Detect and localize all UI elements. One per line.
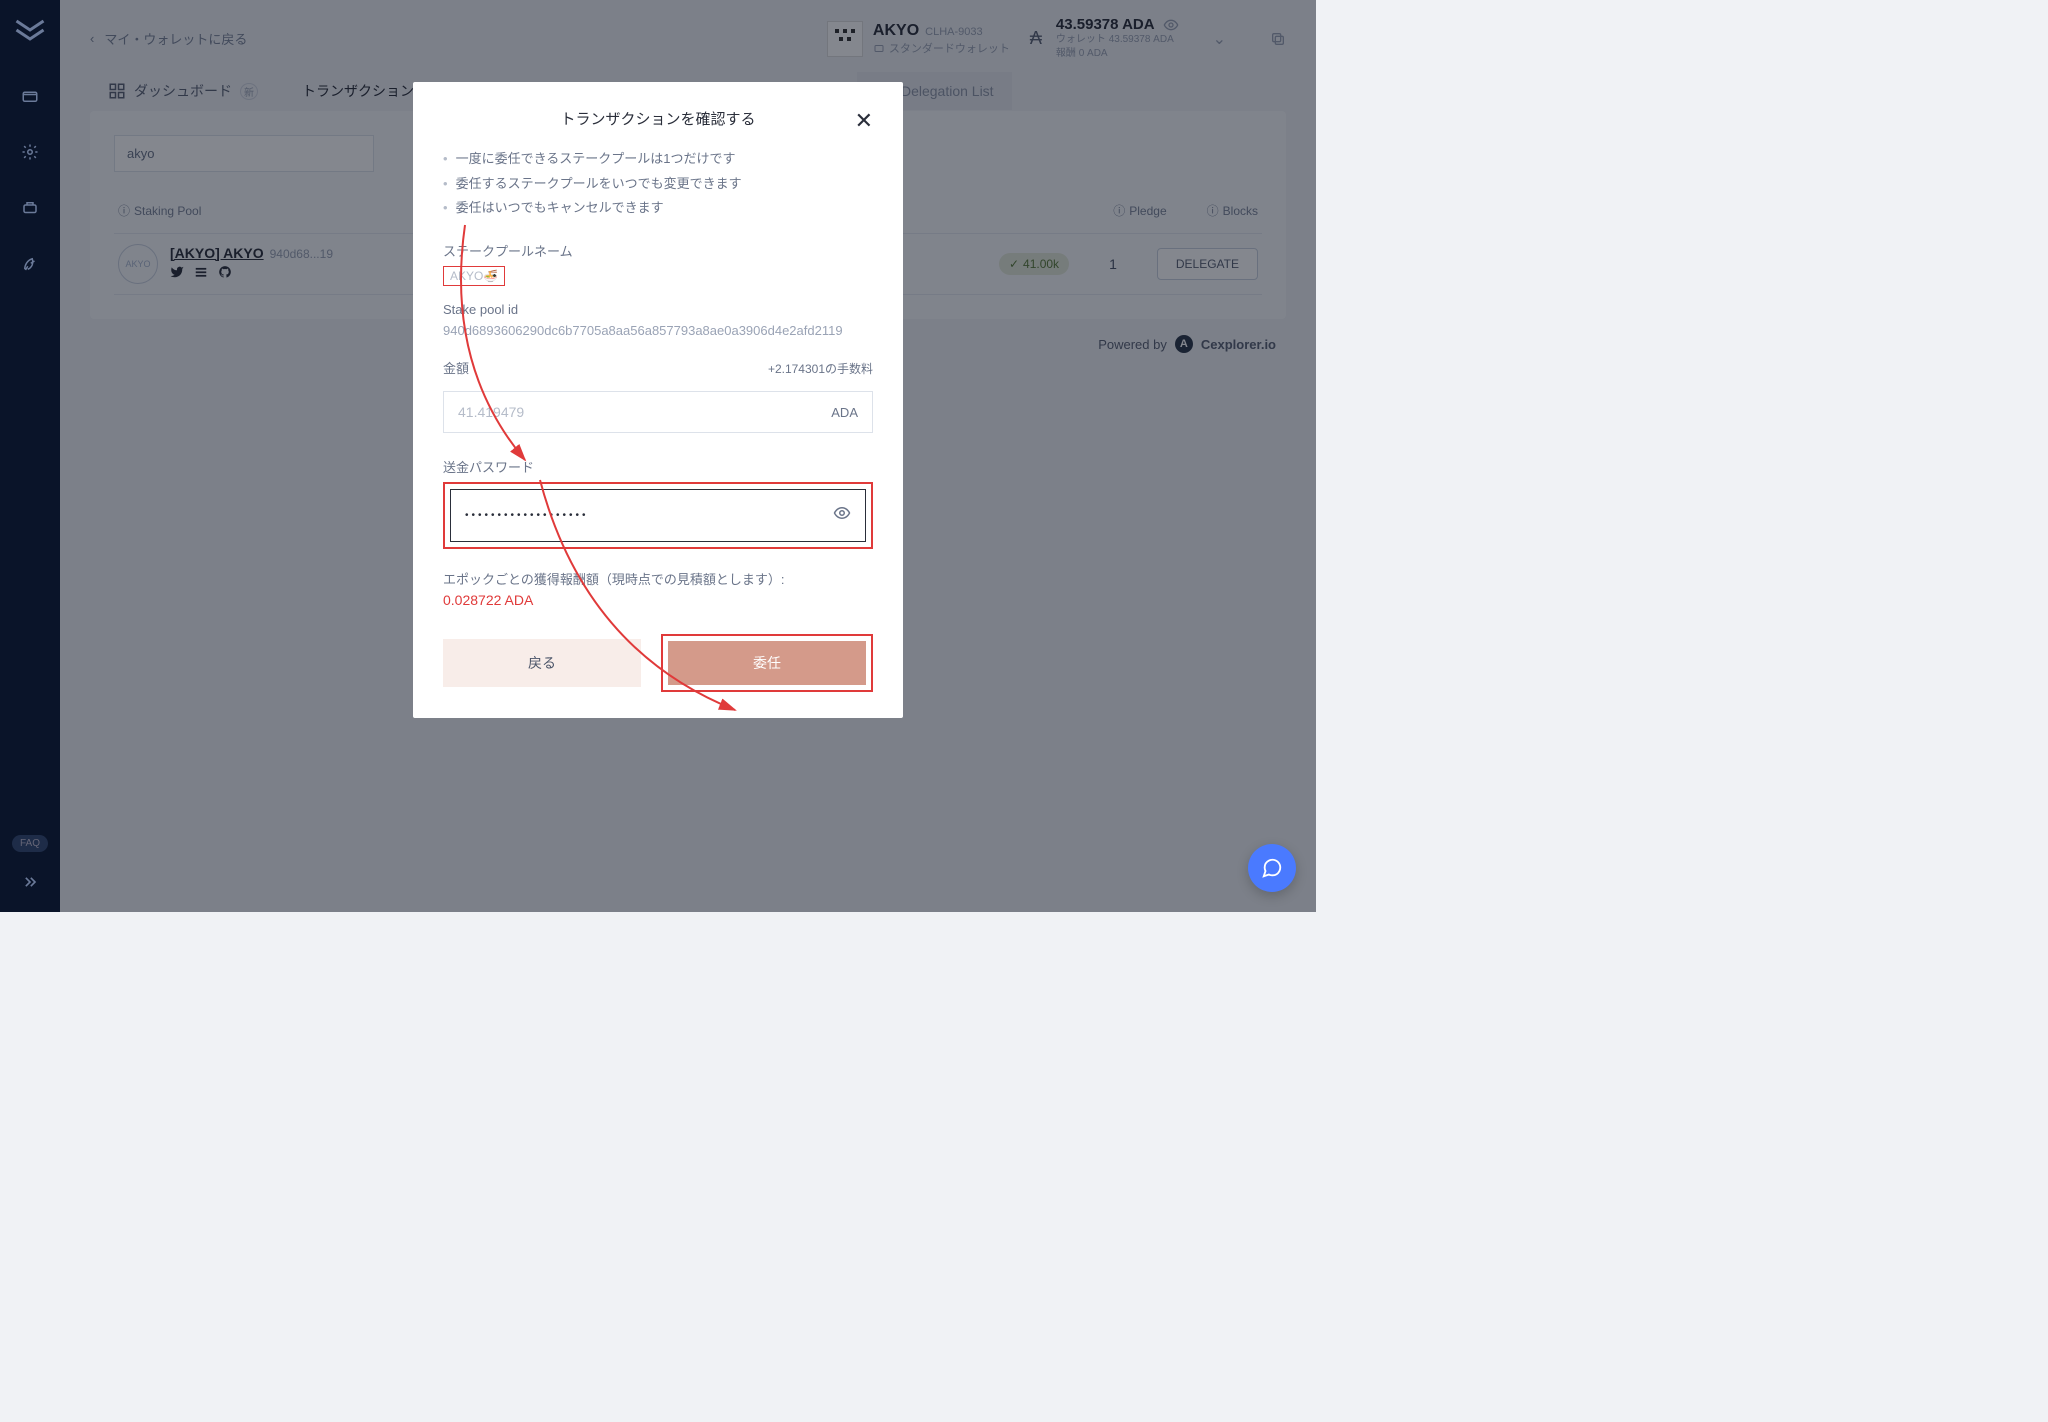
app-logo-icon[interactable] (12, 12, 48, 48)
bullet-cancel-anytime: 委任はいつでもキャンセルできます (443, 196, 873, 221)
faq-pill[interactable]: FAQ (12, 835, 48, 852)
amount-label: 金額 (443, 358, 469, 377)
reward-value: 0.028722 ADA (443, 592, 873, 608)
sidebar-collapse-icon[interactable] (20, 872, 40, 897)
rocket-nav-icon[interactable] (12, 246, 48, 282)
fee-text: +2.174301の手数料 (768, 360, 873, 377)
hardware-wallet-nav-icon[interactable] (12, 190, 48, 226)
show-password-icon[interactable] (833, 504, 851, 527)
close-icon[interactable]: ✕ (855, 108, 873, 134)
password-annotation-box: ••••••••••••••••••• (443, 482, 873, 549)
settings-nav-icon[interactable] (12, 134, 48, 170)
modal-delegate-button[interactable]: 委任 (668, 641, 866, 685)
pool-id-label: Stake pool id (443, 302, 873, 317)
pool-id-value: 940d6893606290dc6b7705a8aa56a857793a8ae0… (443, 323, 873, 338)
bullet-one-pool: 一度に委任できるステークプールは1つだけです (443, 147, 873, 172)
amount-value: 41.419479 (458, 404, 524, 420)
modal-title: トランザクションを確認する (560, 108, 755, 129)
pool-name-value: AKYO🍜 (443, 266, 505, 286)
reward-label: エポックごとの獲得報酬額（現時点での見積額とします）: (443, 569, 873, 588)
password-value: ••••••••••••••••••• (465, 510, 589, 521)
bullet-change-anytime: 委任するステークプールをいつでも変更できます (443, 172, 873, 197)
sidebar: FAQ (0, 0, 60, 912)
modal-bullets: 一度に委任できるステークプールは1つだけです 委任するステークプールをいつでも変… (443, 147, 873, 221)
pool-name-label: ステークプールネーム (443, 241, 873, 260)
amount-unit: ADA (831, 405, 858, 420)
confirm-transaction-modal: トランザクションを確認する ✕ 一度に委任できるステークプールは1つだけです 委… (413, 82, 903, 718)
wallet-nav-icon[interactable] (12, 78, 48, 114)
password-input[interactable]: ••••••••••••••••••• (450, 489, 866, 542)
delegate-annotation-box: 委任 (661, 634, 873, 692)
password-label: 送金パスワード (443, 457, 873, 476)
amount-input[interactable]: 41.419479 ADA (443, 391, 873, 433)
chat-bubble-icon[interactable] (1248, 844, 1296, 892)
modal-back-button[interactable]: 戻る (443, 639, 641, 687)
